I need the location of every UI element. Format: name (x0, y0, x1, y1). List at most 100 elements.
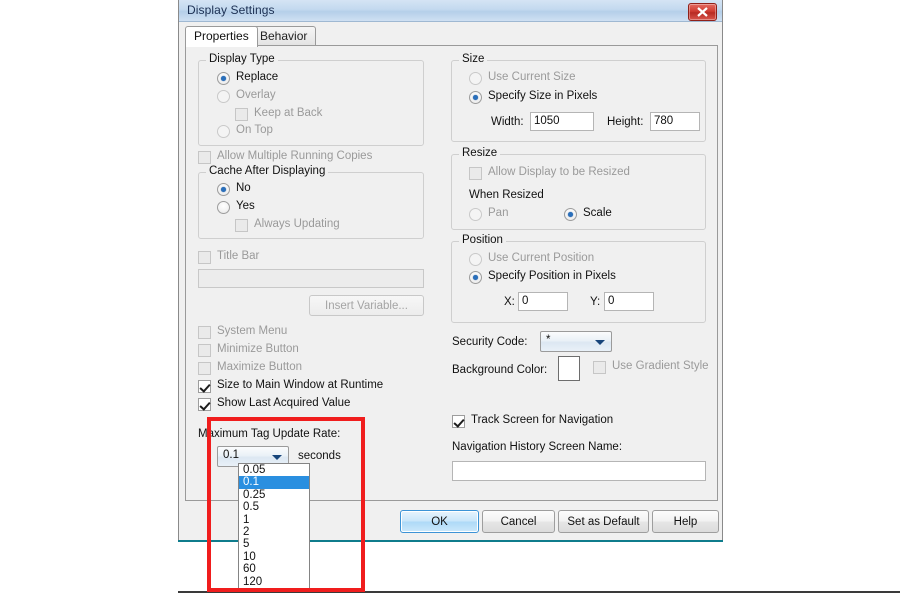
resize-group: Resize Allow Display to be Resized When … (451, 147, 706, 230)
radio-on-top[interactable] (217, 125, 230, 138)
label-maximize-button: Maximize Button (217, 361, 303, 373)
checkbox-size-to-main-window[interactable] (198, 380, 211, 393)
chevron-down-icon (272, 455, 282, 460)
radio-scale[interactable] (564, 208, 577, 221)
radio-use-current-size[interactable] (469, 72, 482, 85)
label-scale: Scale (583, 207, 612, 219)
checkbox-minimize-button[interactable] (198, 344, 211, 357)
title-bar-text-input[interactable] (198, 269, 424, 288)
tab-properties[interactable]: Properties (185, 26, 258, 47)
label-cache-yes: Yes (236, 200, 255, 212)
checkbox-show-last-acquired-value[interactable] (198, 398, 211, 411)
dropdown-option-0[interactable]: 0.05 (239, 464, 309, 476)
label-x: X: (504, 296, 515, 308)
max-tag-update-rate-dropdown-list[interactable]: 0.05 0.1 0.25 0.5 1 2 5 10 60 120 (238, 463, 310, 590)
label-navigation-history-screen-name: Navigation History Screen Name: (452, 441, 623, 453)
security-code-value: * (546, 334, 551, 346)
label-allow-display-to-be-resized: Allow Display to be Resized (488, 166, 630, 178)
position-group: Position Use Current Position Specify Po… (451, 234, 706, 323)
label-security-code: Security Code: (452, 336, 528, 348)
label-use-current-position: Use Current Position (488, 252, 595, 264)
label-allow-multiple-running-copies: Allow Multiple Running Copies (217, 150, 373, 162)
set-as-default-button[interactable]: Set as Default (558, 510, 649, 533)
label-specify-position-in-pixels: Specify Position in Pixels (488, 270, 616, 282)
label-overlay: Overlay (236, 89, 276, 101)
display-settings-dialog: Display Settings Properties Behavior Dis… (178, 0, 723, 541)
label-use-gradient-style: Use Gradient Style (612, 360, 709, 372)
checkbox-title-bar[interactable] (198, 251, 211, 264)
background-color-swatch[interactable] (558, 356, 580, 381)
dropdown-option-8[interactable]: 60 (239, 563, 309, 575)
navigation-history-screen-name-input[interactable] (452, 461, 706, 481)
position-group-title: Position (459, 234, 506, 246)
resize-group-title: Resize (459, 147, 501, 159)
label-max-tag-update-rate: Maximum Tag Update Rate: (198, 428, 341, 440)
dropdown-option-5[interactable]: 2 (239, 526, 309, 538)
security-code-combo[interactable]: * (540, 331, 612, 352)
checkbox-system-menu[interactable] (198, 326, 211, 339)
label-keep-at-back: Keep at Back (254, 107, 323, 119)
label-show-last-acquired-value: Show Last Acquired Value (217, 397, 351, 409)
size-group: Size Use Current Size Specify Size in Pi… (451, 53, 706, 142)
dropdown-option-1[interactable]: 0.1 (239, 476, 309, 489)
dropdown-option-6[interactable]: 5 (239, 538, 309, 550)
close-icon[interactable] (688, 3, 717, 21)
label-system-menu: System Menu (217, 325, 288, 337)
radio-cache-no[interactable] (217, 183, 230, 196)
checkbox-allow-display-to-be-resized[interactable] (469, 167, 482, 180)
checkbox-maximize-button[interactable] (198, 362, 211, 375)
dropdown-option-9[interactable]: 120 (239, 576, 309, 588)
label-title-bar: Title Bar (217, 250, 260, 262)
cache-after-displaying-group: Cache After Displaying No Yes Always Upd… (198, 165, 424, 239)
checkbox-always-updating[interactable] (235, 219, 248, 232)
label-y: Y: (590, 296, 601, 308)
checkbox-keep-at-back[interactable] (235, 108, 248, 121)
label-size-to-main-window: Size to Main Window at Runtime (217, 379, 384, 391)
radio-replace[interactable] (217, 72, 230, 85)
radio-use-current-position[interactable] (469, 253, 482, 266)
close-x-glyph (697, 7, 708, 17)
x-input[interactable]: 0 (518, 292, 568, 311)
insert-variable-button[interactable]: Insert Variable... (309, 295, 424, 316)
tab-strip: Properties Behavior (185, 26, 718, 47)
label-on-top: On Top (236, 124, 273, 136)
size-group-title: Size (459, 53, 488, 65)
label-width: Width: (491, 116, 524, 128)
label-always-updating: Always Updating (254, 218, 340, 230)
dropdown-option-7[interactable]: 10 (239, 551, 309, 563)
height-input[interactable]: 780 (650, 112, 700, 131)
checkbox-allow-multiple-running-copies[interactable] (198, 151, 211, 164)
label-seconds-units: seconds (298, 450, 341, 462)
max-tag-update-rate-value: 0.1 (223, 449, 239, 461)
label-when-resized: When Resized (469, 189, 544, 201)
radio-overlay[interactable] (217, 90, 230, 103)
y-input[interactable]: 0 (604, 292, 654, 311)
checkbox-use-gradient-style[interactable] (593, 361, 606, 374)
cache-group-title: Cache After Displaying (206, 165, 329, 177)
label-background-color: Background Color: (452, 364, 548, 376)
radio-specify-size-in-pixels[interactable] (469, 91, 482, 104)
dropdown-option-4[interactable]: 1 (239, 514, 309, 526)
chevron-down-icon-security (595, 340, 605, 345)
radio-cache-yes[interactable] (217, 201, 230, 214)
width-input[interactable]: 1050 (530, 112, 594, 131)
dropdown-option-2[interactable]: 0.25 (239, 489, 309, 501)
cancel-button[interactable]: Cancel (482, 510, 555, 533)
window-title: Display Settings (187, 3, 275, 17)
properties-tab-page: Display Type Replace Overlay Keep at Bac… (185, 45, 718, 501)
display-type-group: Display Type Replace Overlay Keep at Bac… (198, 53, 424, 146)
dropdown-option-3[interactable]: 0.5 (239, 501, 309, 513)
radio-pan[interactable] (469, 208, 482, 221)
label-height: Height: (607, 116, 644, 128)
checkbox-track-screen-for-navigation[interactable] (452, 415, 465, 428)
title-bar: Display Settings (179, 0, 722, 22)
label-replace: Replace (236, 71, 279, 83)
help-button[interactable]: Help (652, 510, 719, 533)
ok-button[interactable]: OK (400, 510, 479, 533)
label-pan: Pan (488, 207, 509, 219)
display-type-group-title: Display Type (206, 53, 278, 65)
tab-behavior[interactable]: Behavior (251, 26, 317, 46)
label-track-screen-for-navigation: Track Screen for Navigation (471, 414, 614, 426)
radio-specify-position-in-pixels[interactable] (469, 271, 482, 284)
label-use-current-size: Use Current Size (488, 71, 576, 83)
